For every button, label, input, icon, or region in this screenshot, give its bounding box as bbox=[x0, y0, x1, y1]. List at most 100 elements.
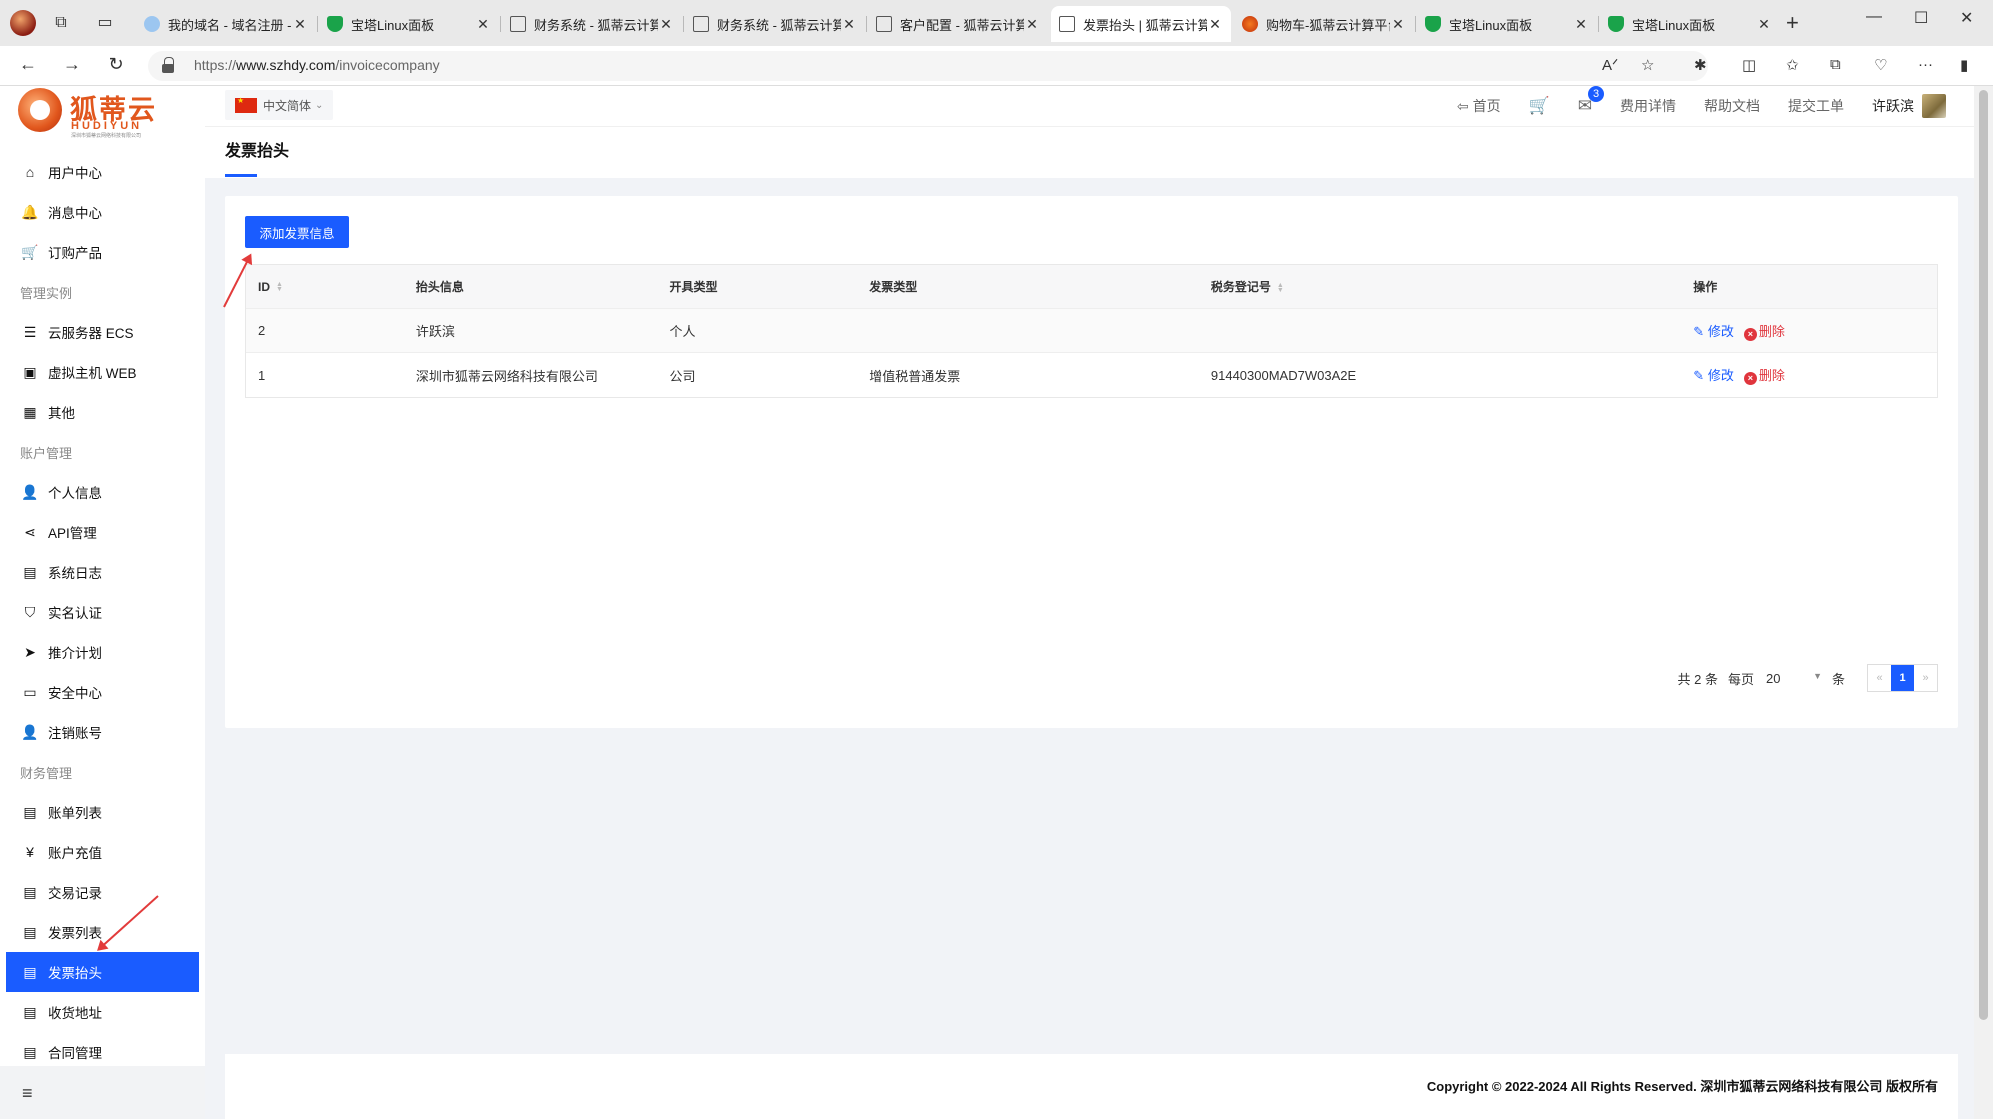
sidebar-item[interactable]: ▤ 账单列表 bbox=[0, 792, 205, 832]
delete-button[interactable]: × 删除 bbox=[1743, 368, 1785, 385]
edit-button[interactable]: ✎ 修改 bbox=[1693, 368, 1734, 383]
cell-actions: ✎ 修改 × 删除 bbox=[1681, 321, 1937, 341]
sidebar-item[interactable]: ▦ 其他 bbox=[0, 392, 205, 432]
sidebar-item[interactable]: ▤ 发票抬头 bbox=[6, 952, 199, 992]
sidebar-item[interactable]: 👤 个人信息 bbox=[0, 472, 205, 512]
scrollbar-thumb[interactable] bbox=[1979, 90, 1988, 1020]
more-menu-icon[interactable]: ··· bbox=[1918, 56, 1933, 73]
minimize-icon[interactable]: — bbox=[1866, 8, 1882, 26]
refresh-icon[interactable]: ↻ bbox=[104, 54, 128, 75]
tab-title: 我的域名 - 域名注册 - bbox=[168, 17, 292, 33]
profile-avatar-icon[interactable] bbox=[10, 10, 36, 36]
sidebar-item[interactable]: ▤ 交易记录 bbox=[0, 872, 205, 912]
col-id[interactable]: ID ▲ ▼ bbox=[246, 280, 404, 294]
browser-tab[interactable]: 客户配置 - 狐蒂云计算 ✕ bbox=[868, 6, 1048, 42]
tab-actions-icon[interactable]: ▭ bbox=[94, 12, 116, 34]
sort-icon[interactable]: ▲ ▼ bbox=[1277, 282, 1284, 294]
sidebar-item[interactable]: ⋖ API管理 bbox=[0, 512, 205, 552]
web-page: 狐蒂云 HUDIYUN 深圳市狐蒂云网络科技有限公司 ⌂ 用户中心 🔔 消息中心 🛒 订购… bbox=[0, 86, 1993, 1119]
sort-icon[interactable]: ▲ ▼ bbox=[276, 281, 283, 293]
help-docs-link[interactable]: 帮助文档 bbox=[1704, 96, 1760, 116]
sidebar-item[interactable]: ⌂ 用户中心 bbox=[0, 152, 205, 192]
sidebar-item[interactable]: ¥ 账户充值 bbox=[0, 832, 205, 872]
sidebar-item[interactable]: ▤ 收货地址 bbox=[0, 992, 205, 1032]
close-tab-icon[interactable]: ✕ bbox=[1756, 16, 1772, 33]
sidebar-item[interactable]: ▤ 系统日志 bbox=[0, 552, 205, 592]
extensions-icon[interactable]: ✱ bbox=[1694, 56, 1707, 74]
col-tax-no[interactable]: 税务登记号 ▲ ▼ bbox=[1199, 278, 1681, 295]
collections-icon[interactable]: ⧉ bbox=[1830, 56, 1841, 73]
host-icon: ▣ bbox=[23, 363, 37, 380]
next-page-button[interactable]: » bbox=[1914, 665, 1937, 691]
close-tab-icon[interactable]: ✕ bbox=[1207, 16, 1223, 33]
sidebar-item[interactable]: ▭ 安全中心 bbox=[0, 672, 205, 712]
user-menu[interactable]: 许跃滨 bbox=[1872, 94, 1946, 118]
add-invoice-info-button[interactable]: 添加发票信息 bbox=[245, 216, 349, 248]
tab-separator bbox=[1598, 16, 1599, 32]
user-icon: 👤 bbox=[21, 483, 39, 500]
close-window-icon[interactable]: ✕ bbox=[1960, 8, 1973, 28]
prev-page-button[interactable]: « bbox=[1868, 665, 1891, 691]
sidebar-item[interactable]: ➤ 推介计划 bbox=[0, 632, 205, 672]
forward-icon[interactable]: → bbox=[60, 54, 84, 75]
browser-tab[interactable]: 发票抬头 | 狐蒂云计算 ✕ bbox=[1051, 6, 1231, 42]
favorites-icon[interactable]: ✩ bbox=[1786, 56, 1799, 74]
browser-tab[interactable]: 购物车-狐蒂云计算平台 ✕ bbox=[1234, 6, 1414, 42]
home-link[interactable]: ⇦ 首页 bbox=[1457, 96, 1501, 116]
tab-separator bbox=[500, 16, 501, 32]
sidebar-collapse-button[interactable]: ≡ bbox=[0, 1066, 205, 1119]
page-scrollbar[interactable] bbox=[1974, 86, 1993, 1119]
submit-ticket-link[interactable]: 提交工单 bbox=[1788, 96, 1844, 116]
fee-details-link[interactable]: 费用详情 bbox=[1620, 96, 1676, 116]
workspaces-icon[interactable]: ⧉ bbox=[50, 12, 72, 34]
sidebar-toggle-icon[interactable]: ▮ bbox=[1960, 56, 1968, 74]
sidebar-item-label: 安全中心 bbox=[48, 686, 102, 701]
sidebar-item[interactable]: 🔔 消息中心 bbox=[0, 192, 205, 232]
close-tab-icon[interactable]: ✕ bbox=[475, 16, 491, 33]
maximize-icon[interactable]: ☐ bbox=[1914, 8, 1928, 28]
cell-header-info: 深圳市狐蒂云网络科技有限公司 bbox=[415, 368, 598, 384]
browser-tab[interactable]: 宝塔Linux面板 ✕ bbox=[1600, 6, 1780, 42]
edit-button[interactable]: ✎ 修改 bbox=[1693, 324, 1734, 339]
page-button-current[interactable]: 1 bbox=[1891, 665, 1914, 691]
message-envelope-icon[interactable]: ✉ 3 bbox=[1578, 86, 1604, 116]
read-aloud-icon[interactable]: Aᐟ bbox=[1602, 56, 1618, 74]
sidebar-item[interactable]: ☰ 云服务器 ECS bbox=[0, 312, 205, 352]
browser-tab[interactable]: 宝塔Linux面板 ✕ bbox=[1417, 6, 1597, 42]
close-tab-icon[interactable]: ✕ bbox=[658, 16, 674, 33]
browser-tab[interactable]: 财务系统 - 狐蒂云计算 ✕ bbox=[502, 6, 682, 42]
new-tab-button[interactable]: + bbox=[1786, 10, 1799, 36]
url-text: https://www.szhdy.com/invoicecompany bbox=[194, 57, 440, 73]
per-page-select[interactable]: 20 ▼ bbox=[1766, 671, 1822, 686]
close-tab-icon[interactable]: ✕ bbox=[841, 16, 857, 33]
favorite-star-icon[interactable]: ☆ bbox=[1641, 56, 1654, 74]
fox-logo-icon bbox=[18, 88, 62, 132]
sidebar-item[interactable]: ⛉ 实名认证 bbox=[0, 592, 205, 632]
sidebar-item[interactable]: 🛒 订购产品 bbox=[0, 232, 205, 272]
browser-tab[interactable]: 宝塔Linux面板 ✕ bbox=[319, 6, 499, 42]
lock-icon[interactable] bbox=[162, 57, 174, 73]
browser-tab[interactable]: 我的域名 - 域名注册 - ✕ bbox=[136, 6, 316, 42]
cart-icon[interactable]: 🛒 bbox=[1529, 96, 1550, 116]
sidebar-item[interactable]: ▣ 虚拟主机 WEB bbox=[0, 352, 205, 392]
sidebar-item-label: 推介计划 bbox=[48, 646, 102, 661]
language-select[interactable]: 中文简体 ⌄ bbox=[225, 90, 334, 120]
browser-tab[interactable]: 财务系统 - 狐蒂云计算 ✕ bbox=[685, 6, 865, 42]
close-tab-icon[interactable]: ✕ bbox=[1390, 16, 1406, 33]
caret-down-icon: ▼ bbox=[1813, 670, 1822, 681]
sidebar-item[interactable]: 👤 注销账号 bbox=[0, 712, 205, 752]
browser-essentials-icon[interactable]: ♡ bbox=[1874, 56, 1887, 74]
back-icon[interactable]: ← bbox=[16, 54, 40, 75]
per-page-label: 每页 bbox=[1727, 671, 1754, 687]
tab-separator bbox=[1415, 16, 1416, 32]
close-tab-icon[interactable]: ✕ bbox=[292, 16, 308, 33]
url-field[interactable]: https://www.szhdy.com/invoicecompany bbox=[148, 51, 1708, 81]
split-screen-icon[interactable]: ◫ bbox=[1742, 56, 1756, 74]
close-tab-icon[interactable]: ✕ bbox=[1024, 16, 1040, 33]
delete-button[interactable]: × 删除 bbox=[1743, 324, 1785, 341]
grid-icon: ▦ bbox=[23, 403, 37, 420]
brand-logo[interactable]: 狐蒂云 HUDIYUN 深圳市狐蒂云网络科技有限公司 bbox=[18, 86, 168, 139]
close-tab-icon[interactable]: ✕ bbox=[1573, 16, 1589, 33]
sidebar-item-label: 发票列表 bbox=[48, 926, 102, 941]
menu-group-label: 账户管理 bbox=[20, 445, 73, 461]
